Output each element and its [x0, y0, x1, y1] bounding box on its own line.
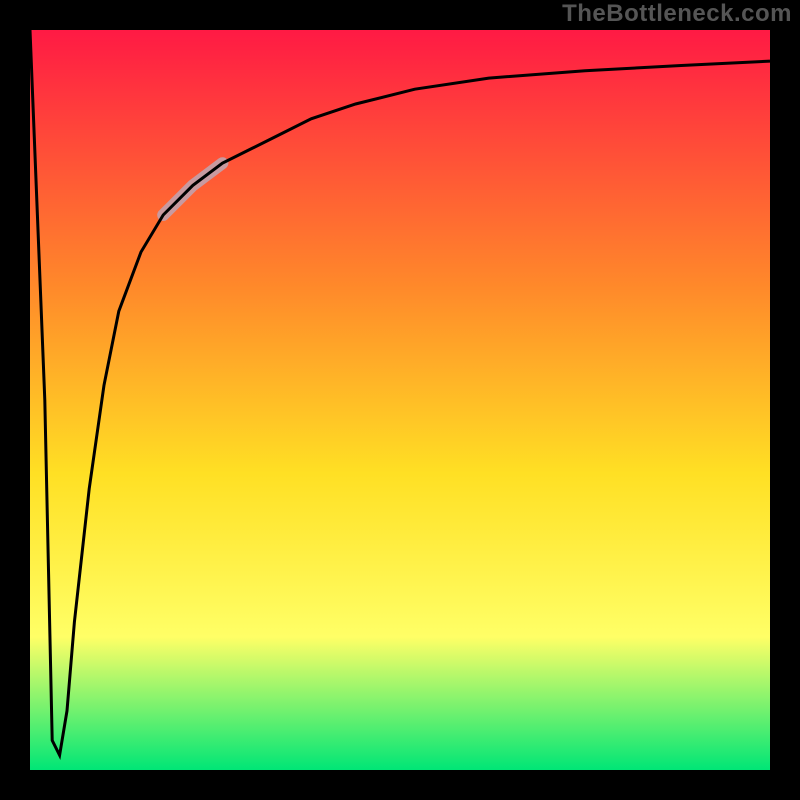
watermark-text: TheBottleneck.com: [562, 0, 792, 28]
plot-area: [30, 30, 770, 770]
bottleneck-chart: [0, 0, 800, 800]
